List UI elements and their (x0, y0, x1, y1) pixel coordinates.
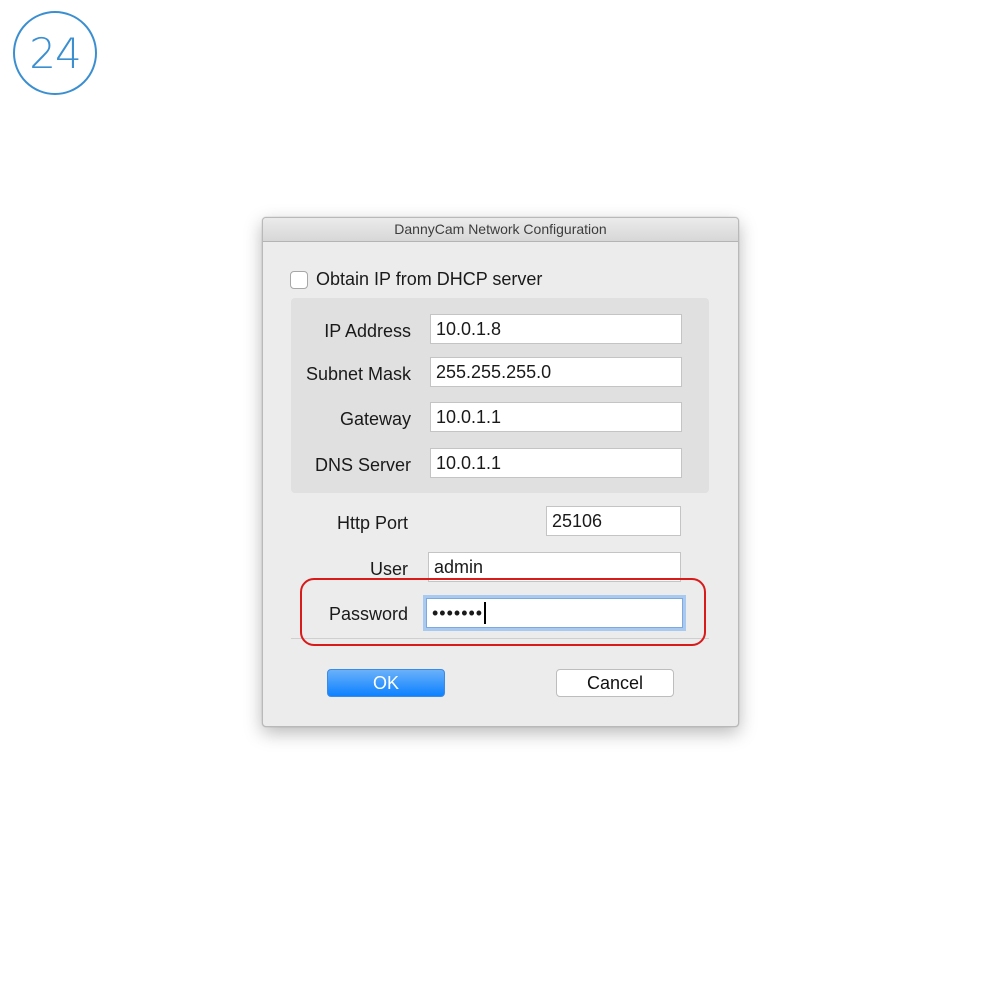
dns-server-label: DNS Server (314, 455, 411, 475)
gateway-label: Gateway (339, 409, 411, 429)
dhcp-row: Obtain IP from DHCP server (290, 269, 542, 290)
ip-address-field[interactable]: 10.0.1.8 (430, 314, 682, 344)
dns-server-field[interactable]: 10.0.1.1 (430, 448, 682, 478)
step-number-badge: 24 (13, 11, 97, 95)
user-label: User (369, 559, 408, 579)
cancel-button[interactable]: Cancel (556, 669, 674, 697)
subnet-mask-field[interactable]: 255.255.255.0 (430, 357, 682, 387)
gateway-field[interactable]: 10.0.1.1 (430, 402, 682, 432)
ip-settings-group: IP Address 10.0.1.8 Subnet Mask 255.255.… (291, 298, 709, 493)
subnet-mask-label: Subnet Mask (305, 364, 411, 384)
dhcp-label: Obtain IP from DHCP server (316, 269, 543, 289)
network-config-dialog: DannyCam Network Configuration Obtain IP… (262, 217, 739, 727)
dialog-title: DannyCam Network Configuration (263, 218, 738, 242)
dhcp-checkbox[interactable] (290, 270, 308, 289)
http-port-label: Http Port (336, 513, 408, 533)
http-port-field[interactable]: 25106 (546, 506, 681, 536)
ok-button[interactable]: OK (327, 669, 445, 697)
ip-address-label: IP Address (324, 321, 411, 341)
password-highlight-annotation (300, 578, 706, 646)
